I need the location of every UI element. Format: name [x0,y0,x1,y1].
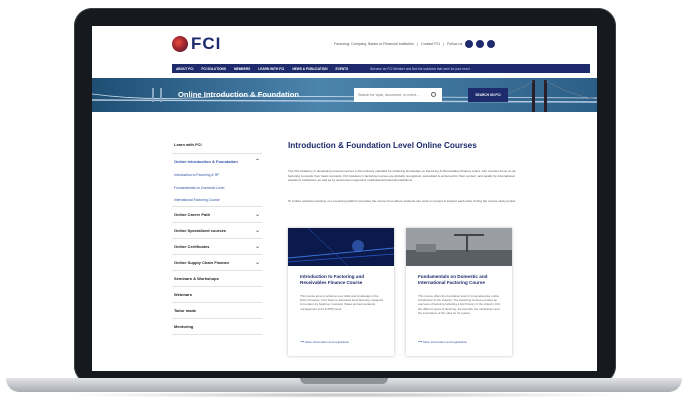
nav-item-members[interactable]: MEMBERS [234,67,250,71]
follow-label: Follow us [447,42,463,46]
twitter-icon[interactable] [487,40,496,48]
site-header: FCI Factoring: Company, Banks or Financi… [92,26,597,60]
course-card[interactable]: Fundamentals on Domestic and Internation… [406,228,512,356]
nav-item-events[interactable]: EVENTS [336,67,349,71]
laptop-shadow [60,392,628,398]
card-link[interactable]: ⟶ More information and registration [300,340,349,344]
page-title: Introduction & Foundation Level Online C… [288,141,477,150]
nav-item-solutions[interactable]: FCI SOLUTIONS [201,67,226,71]
intro-paragraph: The FCI Academy is developing several co… [288,169,516,183]
util-text: Factoring: Company, Banks or Financial I… [334,42,415,46]
search-input[interactable] [358,93,428,97]
sidebar-item-seminars[interactable]: Seminars & Workshops [172,271,262,287]
laptop-frame: FCI Factoring: Company, Banks or Financi… [0,0,688,403]
nav-item-learn[interactable]: LEARN WITH FCI [258,67,284,71]
sidebar-item-supply-chain[interactable]: Online Supply Chain Finance ⌄ [172,255,262,271]
nav-item-about[interactable]: ABOUT FCI [176,67,193,71]
card-image-tech [287,227,395,267]
sidebar-subitem-intro-factoring[interactable]: Introduction to Factoring & RF [172,168,262,181]
chevron-up-icon: ⌃ [254,158,260,165]
sidebar-item-tailor-made[interactable]: Tailor made [172,303,262,319]
screen: FCI Factoring: Company, Banks or Financi… [92,26,597,371]
card-title: Fundamentals on Domestic and Internation… [418,274,488,285]
fci-logo[interactable]: FCI [172,34,221,54]
card-title: Introduction to Factoring and Receivable… [300,274,365,285]
sidebar-item-certificates[interactable]: Online Certificates ⌄ [172,239,262,255]
laptop-notch [300,378,388,384]
sidebar: Learn with FCI Online Introduction & Fou… [172,136,262,335]
main-nav: ABOUT FCI FCI SOLUTIONS MEMBERS LEARN WI… [172,64,590,73]
card-link[interactable]: ⟶ More information and registration [418,340,467,344]
chevron-down-icon: ⌄ [254,244,260,250]
hero-banner: Online Introduction & Foundation SEARCH … [92,78,597,112]
bridge-image [92,80,597,112]
utility-bar: Factoring: Company, Banks or Financial I… [334,40,496,48]
facebook-icon[interactable] [476,40,485,48]
contact-link[interactable]: Contact FCI [421,42,440,46]
chevron-down-icon: ⌄ [254,212,260,218]
sidebar-item-learn[interactable]: Learn with FCI [172,136,262,154]
sidebar-subitem-international[interactable]: International Factoring Course [172,194,262,207]
sidebar-item-specialised[interactable]: Online Specialised courses ⌄ [172,223,262,239]
card-body: This course aims to enhance your skills … [300,294,384,311]
sidebar-item-online-intro[interactable]: Online Introduction & Foundation ⌃ [172,154,262,168]
search-button[interactable]: SEARCH ON FCI [468,88,508,102]
intro-paragraph-2: To further enhance learning, our e-learn… [288,199,516,203]
nav-promo[interactable]: Become an FCI Member and find the soluti… [370,67,469,71]
search-icon[interactable] [431,92,436,97]
card-image-port [406,228,512,266]
globe-icon [172,36,188,52]
course-card[interactable]: Introduction to Factoring and Receivable… [287,227,395,356]
sidebar-item-webinars[interactable]: Webinars [172,287,262,303]
chevron-down-icon: ⌄ [254,260,260,266]
hero-title: Online Introduction & Foundation [178,90,300,99]
chevron-down-icon: ⌄ [254,228,260,234]
sidebar-subitem-fundamentals[interactable]: Fundamentals on Domestic Level [172,181,262,194]
sidebar-item-mentoring[interactable]: Mentoring [172,319,262,335]
search-box[interactable] [354,88,442,102]
logo-text: FCI [191,34,222,53]
nav-item-news[interactable]: NEWS & PUBLICATION [292,67,327,71]
sidebar-item-career-path[interactable]: Online Career Path ⌄ [172,207,262,223]
card-body: This course offers the foundation level … [418,294,501,315]
linkedin-icon[interactable] [465,40,474,48]
